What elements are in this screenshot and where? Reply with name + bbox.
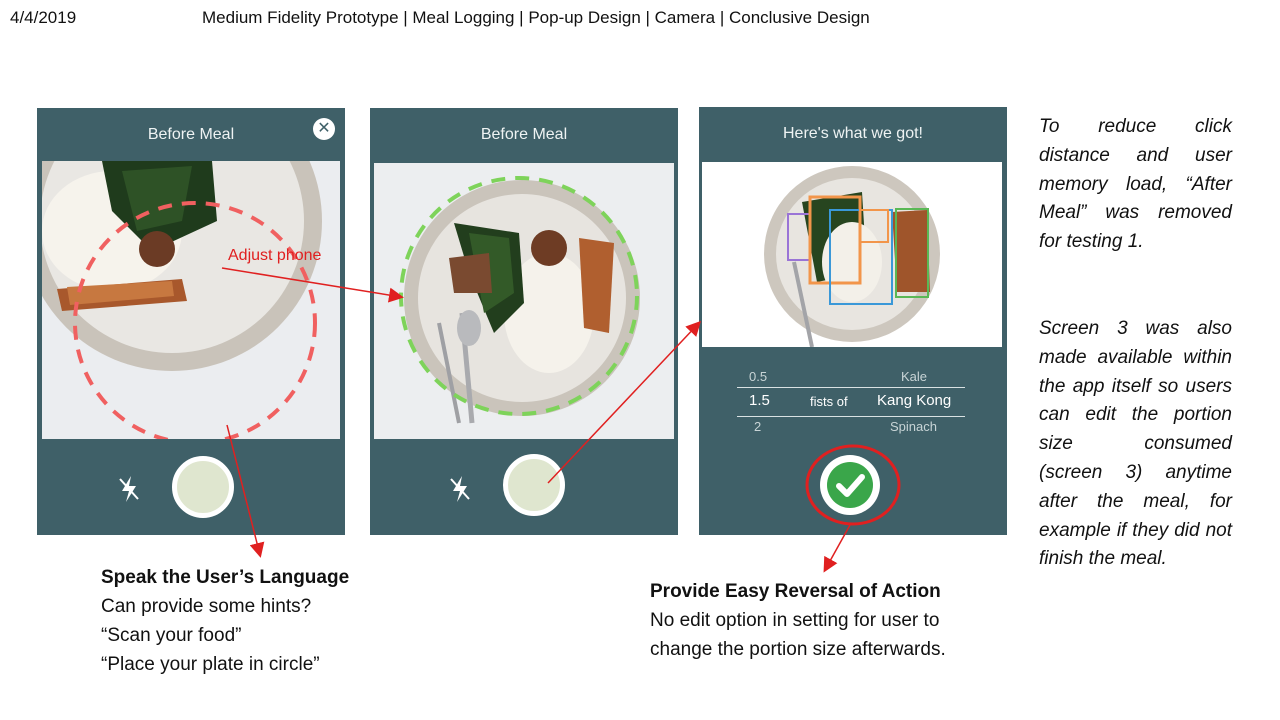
flash-off-icon[interactable] [448,474,472,504]
camera-viewfinder [374,163,674,439]
food-photo [764,166,940,348]
food-photo [42,161,340,439]
camera-viewfinder [42,161,340,439]
note-line: “Scan your food” [101,625,242,646]
portion-unit: fists of [810,394,848,409]
note-heading-language: Speak the User’s Language [101,567,350,588]
checkmark-icon [827,462,873,508]
slide-title: Medium Fidelity Prototype | Meal Logging… [202,8,870,27]
food-photo [374,163,674,439]
detected-food-card [702,162,1002,348]
portion-row[interactable]: 2 Spinach [754,419,964,434]
side-note-paragraph-1: To reduce click distance and user memory… [1039,116,1232,253]
flash-off-icon[interactable] [117,474,141,504]
portion-amount: 2 [754,419,762,434]
portion-food: Spinach [890,419,937,434]
screen-results: Here's what we got! 0.5 Kale 1.5 fists o… [699,107,1007,535]
shutter-button[interactable] [503,454,565,516]
screen-title: Before Meal [147,126,235,143]
screen-title: Here's what we got! [782,125,923,142]
slide-date: 4/4/2019 [10,8,77,27]
adjust-phone-label: Adjust phone [228,247,322,264]
note-line: change the portion size afterwards. [650,639,946,660]
note-line: Can provide some hints? [101,596,312,617]
portion-amount: 1.5 [749,392,770,409]
portion-amount: 0.5 [749,369,768,384]
screen-before-meal-2: Before Meal [370,108,678,535]
side-note-paragraph-2: Screen 3 was also made available within … [1039,318,1232,570]
note-heading-reversal: Provide Easy Reversal of Action [650,581,941,602]
screen-title: Before Meal [480,126,568,143]
confirm-button[interactable] [820,455,880,515]
portion-food: Kale [901,369,928,384]
portion-food: Kang Kong [877,392,952,409]
shutter-button[interactable] [172,456,234,518]
portion-row-selected[interactable]: 1.5 fists of Kang Kong [749,392,969,409]
screen-before-meal-1: Before Meal ✕ [37,108,345,535]
close-icon[interactable]: ✕ [313,118,335,140]
note-line: No edit option in setting for user to [650,610,940,631]
portion-row[interactable]: 0.5 Kale [749,369,959,384]
note-line: “Place your plate in circle” [101,654,320,675]
